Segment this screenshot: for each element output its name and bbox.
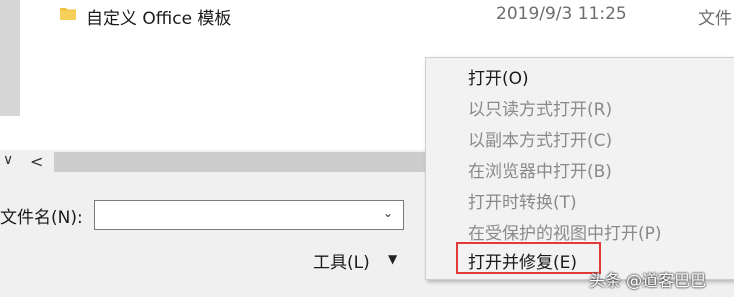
scroll-left-arrow-icon[interactable]: < <box>30 152 43 171</box>
menu-item-open-browser[interactable]: 在浏览器中打开(B) <box>468 157 612 182</box>
menu-item-open-protected-view[interactable]: 在受保护的视图中打开(P) <box>468 219 662 244</box>
tools-dropdown-icon[interactable]: ▼ <box>388 252 397 266</box>
file-date: 2019/9/3 11:25 <box>496 4 627 24</box>
open-options-menu: 打开(O) 以只读方式打开(R) 以副本方式打开(C) 在浏览器中打开(B) 打… <box>425 57 734 280</box>
chevron-down-icon[interactable]: ∨ <box>3 152 13 168</box>
scrollbar-thumb[interactable] <box>54 152 454 172</box>
menu-item-open[interactable]: 打开(O) <box>468 64 529 89</box>
filename-label: 文件名(N): <box>0 208 83 228</box>
navigation-pane-edge <box>0 0 22 150</box>
folder-icon <box>60 8 76 20</box>
filename-input[interactable] <box>94 200 404 230</box>
tools-button[interactable]: 工具(L) <box>313 248 370 273</box>
file-row[interactable]: 自定义 Office 模板 2019/9/3 11:25 文件 <box>22 0 734 30</box>
filename-dropdown-icon[interactable]: ⌄ <box>383 206 393 220</box>
menu-item-open-convert[interactable]: 打开时转换(T) <box>468 188 577 213</box>
watermark: 头条 @道客巴巴 <box>589 271 707 290</box>
menu-item-open-and-repair[interactable]: 打开并修复(E) <box>468 248 577 273</box>
navigation-scrollbar[interactable] <box>0 0 20 116</box>
file-name: 自定义 Office 模板 <box>86 9 232 29</box>
file-type: 文件 <box>698 9 732 29</box>
menu-item-open-copy[interactable]: 以副本方式打开(C) <box>468 126 612 151</box>
menu-item-open-readonly[interactable]: 以只读方式打开(R) <box>468 95 612 120</box>
